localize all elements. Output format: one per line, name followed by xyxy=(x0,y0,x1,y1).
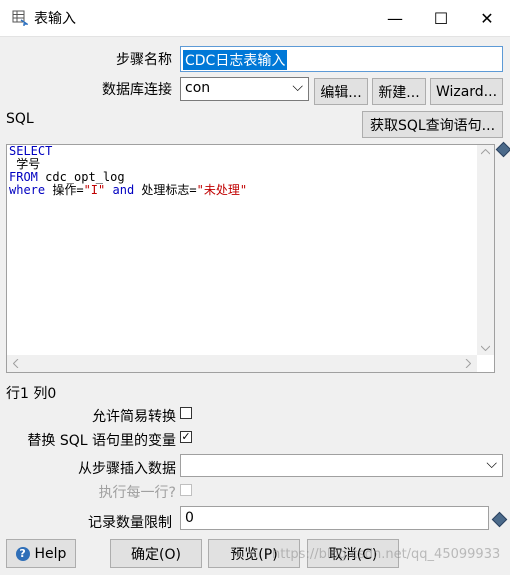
new-connection-button[interactable]: 新建... xyxy=(372,78,426,105)
sql-string-1: "I" xyxy=(83,183,106,197)
sql-table-name: cdc_opt_log xyxy=(37,170,125,184)
limit-value: 0 xyxy=(185,510,194,526)
maximize-button[interactable]: ☐ xyxy=(418,0,464,36)
db-connection-value: con xyxy=(185,80,211,96)
sql-line-1: SELECT xyxy=(9,144,53,158)
execute-each-row-checkbox[interactable] xyxy=(180,484,192,496)
variable-support-icon xyxy=(495,141,510,158)
sql-line-2: 学号 xyxy=(9,157,41,171)
replace-variables-label: 替换 SQL 语句里的变量 xyxy=(27,433,176,449)
help-button[interactable]: ? Help xyxy=(6,539,76,568)
step-name-label: 步骤名称 xyxy=(116,52,172,68)
sql-space xyxy=(105,183,112,197)
wizard-button[interactable]: Wizard... xyxy=(430,78,503,105)
insert-from-step-label: 从步骤插入数据 xyxy=(78,461,176,477)
db-connection-select[interactable]: con ⌵ xyxy=(180,77,309,101)
sql-string-2: "未处理" xyxy=(196,183,248,197)
lazy-conversion-checkbox[interactable] xyxy=(180,407,192,419)
sql-where-keyword: where xyxy=(9,183,46,197)
chevron-down-icon: ⌵ xyxy=(292,79,303,95)
table-input-icon xyxy=(12,10,28,26)
sql-condition-2: 处理标志= xyxy=(134,183,197,197)
lazy-conversion-label: 允许简易转换 xyxy=(92,409,176,425)
get-sql-button[interactable]: 获取SQL查询语句... xyxy=(362,111,503,138)
minimize-button[interactable]: — xyxy=(372,0,418,36)
horizontal-scrollbar[interactable] xyxy=(7,355,477,372)
variable-support-icon xyxy=(491,511,508,528)
vertical-scrollbar[interactable] xyxy=(477,145,494,355)
step-name-input[interactable]: CDC日志表输入 xyxy=(180,46,503,72)
help-icon: ? xyxy=(15,546,30,561)
scroll-right-icon[interactable] xyxy=(465,359,471,368)
insert-from-step-select[interactable]: ⌵ xyxy=(180,454,503,477)
execute-each-row-label: 执行每一行? xyxy=(98,485,176,501)
ok-button[interactable]: 确定(O) xyxy=(110,539,202,568)
sql-code: SELECT 学号 FROM cdc_opt_log where 操作="I" … xyxy=(9,145,247,197)
limit-input[interactable]: 0 xyxy=(180,506,489,530)
edit-connection-button[interactable]: 编辑... xyxy=(314,78,368,105)
db-connection-label: 数据库连接 xyxy=(102,82,172,98)
sql-label: SQL xyxy=(6,111,34,127)
close-icon: ✕ xyxy=(480,8,494,28)
sql-from-keyword: FROM xyxy=(9,170,38,184)
chevron-down-icon: ⌵ xyxy=(486,456,497,472)
minimize-icon: — xyxy=(387,8,403,28)
window-title: 表输入 xyxy=(34,11,76,27)
sql-condition-1: 操作= xyxy=(45,183,84,197)
replace-variables-checkbox[interactable]: ✓ xyxy=(180,431,192,443)
sql-editor[interactable]: SELECT 学号 FROM cdc_opt_log where 操作="I" … xyxy=(6,144,495,373)
limit-label: 记录数量限制 xyxy=(88,515,172,531)
sql-and-keyword: and xyxy=(112,183,135,197)
title-bar: 表输入 — ☐ ✕ xyxy=(0,0,510,37)
step-name-value: CDC日志表输入 xyxy=(183,50,288,70)
maximize-icon: ☐ xyxy=(433,8,449,28)
scroll-up-icon[interactable] xyxy=(481,149,490,155)
scroll-left-icon[interactable] xyxy=(13,359,19,368)
watermark: https://blog.csdn.net/qq_45099933 xyxy=(272,547,501,562)
help-label: Help xyxy=(34,545,67,562)
scroll-down-icon[interactable] xyxy=(481,345,490,351)
check-icon: ✓ xyxy=(181,430,191,443)
cursor-position: 行1 列0 xyxy=(6,386,57,402)
close-button[interactable]: ✕ xyxy=(464,0,510,36)
